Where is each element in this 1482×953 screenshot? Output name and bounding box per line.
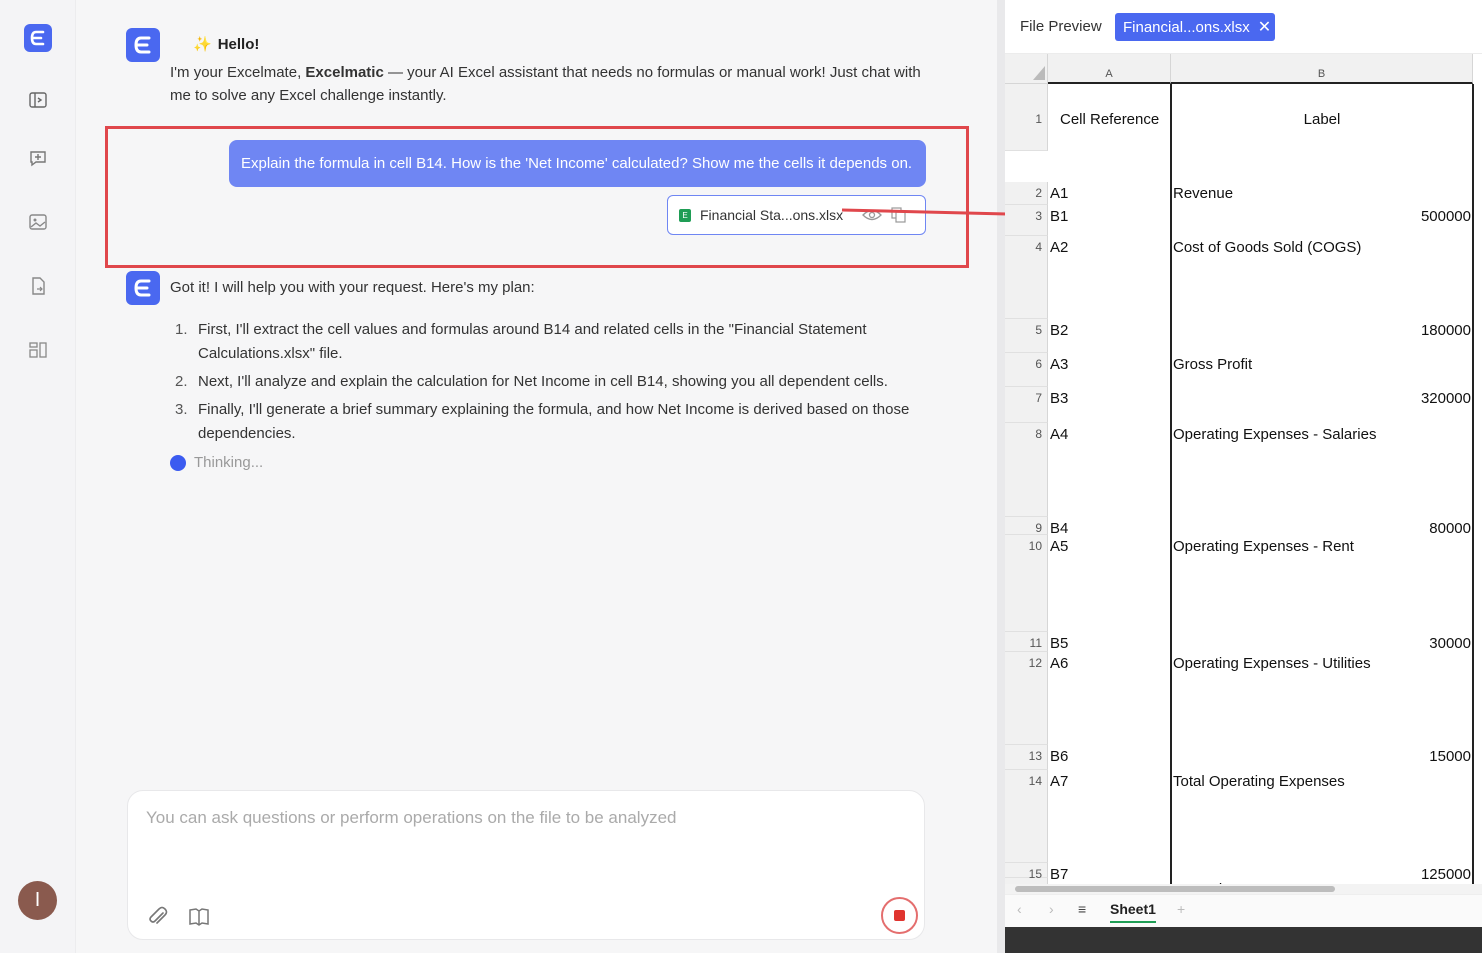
- thinking-dot-icon: [170, 454, 186, 471]
- cell-b-value[interactable]: 180000: [1421, 322, 1471, 339]
- excel-file-icon: E: [679, 208, 691, 222]
- expand-panel-icon[interactable]: [28, 90, 48, 110]
- new-chat-icon[interactable]: [28, 148, 48, 168]
- row-header[interactable]: 3: [1005, 205, 1048, 236]
- sheet-list-icon[interactable]: ≡: [1078, 901, 1086, 917]
- cell-b[interactable]: Operating Expenses - Rent: [1173, 538, 1354, 555]
- preview-footer: [1005, 927, 1482, 953]
- apps-icon[interactable]: [28, 340, 48, 360]
- stop-icon: [894, 910, 905, 921]
- column-header-a[interactable]: A: [1048, 54, 1171, 84]
- cell-b[interactable]: Total Operating Expenses: [1173, 773, 1345, 790]
- stop-generation-button[interactable]: [881, 897, 918, 934]
- thinking-indicator: Thinking...: [170, 454, 263, 471]
- cell-a[interactable]: B5: [1050, 635, 1068, 652]
- row-header[interactable]: 5: [1005, 319, 1048, 353]
- sheet-tab-bar: ‹ › ≡ Sheet1 +: [1005, 894, 1482, 927]
- message-composer[interactable]: You can ask questions or perform operati…: [127, 790, 925, 940]
- sparkle-icon: ✨: [193, 36, 212, 53]
- paperclip-icon[interactable]: [146, 905, 170, 934]
- left-sidebar: I: [0, 0, 76, 953]
- file-tab-label: Financial...ons.xlsx: [1123, 18, 1250, 36]
- row-header[interactable]: 14: [1005, 770, 1048, 863]
- column-header-b[interactable]: B: [1171, 54, 1473, 84]
- row-header[interactable]: 7: [1005, 387, 1048, 423]
- row-header[interactable]: 9: [1005, 517, 1048, 535]
- scrollbar-thumb[interactable]: [1015, 886, 1335, 892]
- file-tab[interactable]: Financial...ons.xlsx ✕: [1115, 13, 1275, 41]
- cell-a[interactable]: B4: [1050, 520, 1068, 537]
- book-icon[interactable]: [188, 906, 210, 933]
- cell-a[interactable]: A3: [1050, 356, 1068, 373]
- chat-panel: ✨ Hello! I'm your Excelmate, Excelmatic —…: [77, 0, 997, 953]
- cell-b[interactable]: Operating Expenses - Utilities: [1173, 655, 1371, 672]
- assistant-avatar: [126, 28, 160, 62]
- cell-a[interactable]: B1: [1050, 208, 1068, 225]
- cell-border: [1472, 84, 1474, 884]
- plan-list: 1. First, I'll extract the cell values an…: [175, 318, 935, 450]
- add-sheet-icon[interactable]: +: [1177, 901, 1185, 917]
- cell-b-value[interactable]: 15000: [1429, 748, 1471, 765]
- cell-a[interactable]: B3: [1050, 390, 1068, 407]
- cell-b[interactable]: Cost of Goods Sold (COGS): [1173, 239, 1361, 256]
- cell-b-value[interactable]: 125000: [1421, 866, 1471, 883]
- cell-a[interactable]: Cell Reference: [1060, 111, 1159, 128]
- chevron-right-icon[interactable]: ›: [1049, 901, 1054, 917]
- brand-name: Excelmatic: [305, 64, 384, 81]
- chevron-left-icon[interactable]: ‹: [1017, 901, 1022, 917]
- sheet-tab-sheet1[interactable]: Sheet1: [1110, 901, 1156, 923]
- row-header[interactable]: 8: [1005, 423, 1048, 517]
- plan-step: 2. Next, I'll analyze and explain the cal…: [175, 373, 888, 390]
- excelmatic-logo[interactable]: [24, 24, 52, 52]
- row-header[interactable]: 10: [1005, 535, 1048, 632]
- cell-a[interactable]: A7: [1050, 773, 1068, 790]
- spreadsheet-grid[interactable]: A B 1 Cell Reference Label 2 A1 Revenue 3 B1 500…: [1005, 54, 1482, 884]
- cell-a[interactable]: A1: [1050, 185, 1068, 202]
- attachment-name: Financial Sta...ons.xlsx: [700, 207, 844, 223]
- message-input[interactable]: You can ask questions or perform operati…: [146, 808, 677, 828]
- cell-a[interactable]: B6: [1050, 748, 1068, 765]
- row-header[interactable]: 6: [1005, 353, 1048, 387]
- cell-b-value[interactable]: 500000: [1421, 208, 1471, 225]
- greeting-body: I'm your Excelmate, Excelmatic — your AI…: [170, 64, 921, 104]
- cell-b-value[interactable]: 80000: [1429, 520, 1471, 537]
- cell-a[interactable]: B2: [1050, 322, 1068, 339]
- user-message-bubble: Explain the formula in cell B14. How is …: [229, 140, 926, 187]
- cell-a[interactable]: A6: [1050, 655, 1068, 672]
- row-header[interactable]: 12: [1005, 652, 1048, 745]
- cell-border: [1170, 84, 1172, 884]
- row-header[interactable]: 11: [1005, 632, 1048, 652]
- cell-a[interactable]: A5: [1050, 538, 1068, 555]
- preview-title: File Preview: [1020, 18, 1102, 35]
- greeting-title: ✨ Hello!: [193, 36, 260, 53]
- image-icon[interactable]: [28, 212, 48, 232]
- preview-header: File Preview Financial...ons.xlsx ✕: [1005, 0, 1482, 54]
- cell-b[interactable]: Gross Profit: [1173, 356, 1252, 373]
- row-header[interactable]: 15: [1005, 863, 1048, 881]
- horizontal-scrollbar[interactable]: [1005, 884, 1482, 894]
- file-preview-panel: File Preview Financial...ons.xlsx ✕ A B 1…: [1005, 0, 1482, 953]
- select-all-corner[interactable]: [1005, 54, 1048, 84]
- assistant-avatar: [126, 271, 160, 305]
- row-header[interactable]: 2: [1005, 182, 1048, 205]
- cell-b-value[interactable]: 320000: [1421, 390, 1471, 407]
- cell-b[interactable]: Operating Expenses - Salaries: [1173, 426, 1376, 443]
- row-header[interactable]: 13: [1005, 745, 1048, 770]
- assistant-reply-intro: Got it! I will help you with your reques…: [170, 279, 535, 296]
- plan-step: 1. First, I'll extract the cell values an…: [175, 321, 867, 362]
- close-icon[interactable]: ✕: [1258, 17, 1271, 37]
- row-header[interactable]: 1: [1005, 84, 1048, 151]
- plan-step: 3. Finally, I'll generate a brief summary…: [175, 401, 910, 442]
- row-header[interactable]: 4: [1005, 236, 1048, 319]
- cell-a[interactable]: A2: [1050, 239, 1068, 256]
- avatar-initial: I: [34, 889, 41, 911]
- cell-b[interactable]: Label: [1171, 111, 1473, 128]
- cell-a[interactable]: A4: [1050, 426, 1068, 443]
- panel-resize-handle[interactable]: [997, 0, 1005, 953]
- file-convert-icon[interactable]: [28, 276, 48, 296]
- user-avatar[interactable]: I: [18, 881, 57, 920]
- cell-b-value[interactable]: 30000: [1429, 635, 1471, 652]
- cell-b[interactable]: Revenue: [1173, 185, 1233, 202]
